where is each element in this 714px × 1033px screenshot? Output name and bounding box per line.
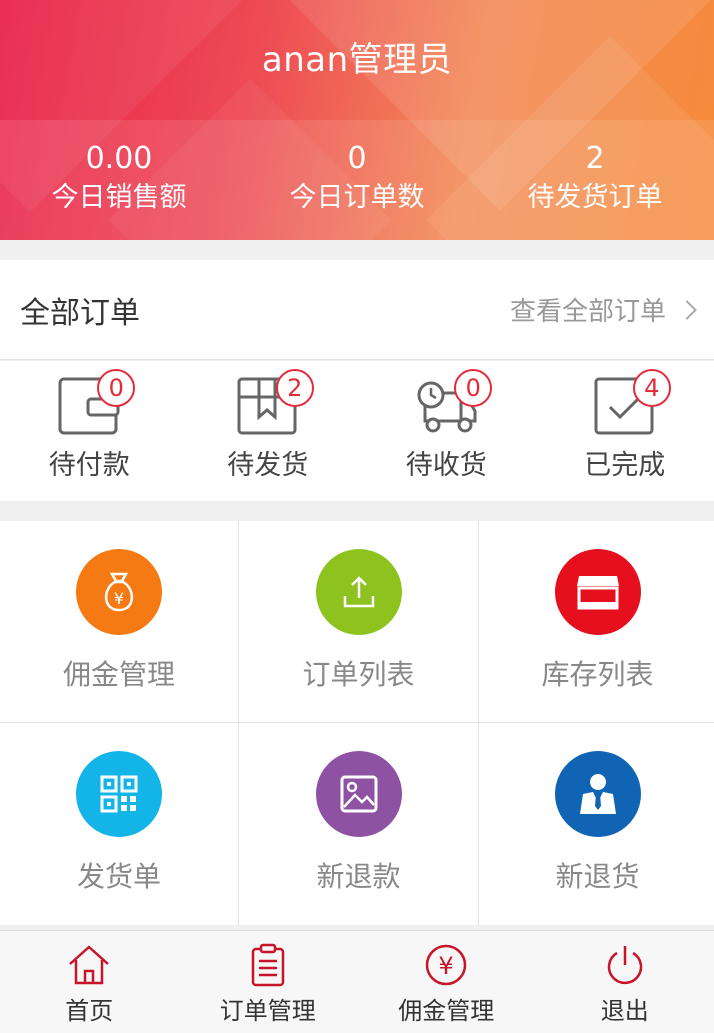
status-label: 待付款 bbox=[48, 450, 130, 481]
stat-label: 今日销售额 bbox=[51, 182, 187, 213]
view-all-orders-label: 查看全部订单 bbox=[509, 297, 666, 327]
tab-home[interactable]: 首页 bbox=[0, 931, 179, 1033]
status-completed[interactable]: 4 已完成 bbox=[536, 361, 714, 501]
status-label: 待发货 bbox=[227, 450, 309, 481]
count-badge: 0 bbox=[97, 369, 136, 407]
stat-today-orders[interactable]: 0 今日订单数 bbox=[238, 140, 476, 218]
order-status-row: 0 待付款 2 待发货 0 待收货 4 已完成 bbox=[0, 361, 714, 501]
status-pending-shipment[interactable]: 2 待发货 bbox=[179, 361, 358, 501]
tab-logout[interactable]: 退出 bbox=[536, 931, 714, 1033]
all-orders-row[interactable]: 全部订单 查看全部订单 bbox=[0, 260, 714, 360]
home-icon bbox=[69, 945, 110, 985]
status-pending-payment[interactable]: 0 待付款 bbox=[0, 361, 179, 501]
header-banner: anan管理员 0.00 今日销售额 0 今日订单数 2 待发货订单 bbox=[0, 0, 714, 240]
bottom-tab-bar: 首页 订单管理 ¥ 佣金管理 退出 bbox=[0, 930, 714, 1033]
feature-grid: ¥ 佣金管理 订单列表 库存列表 发货单 新退款 新退货 bbox=[0, 521, 714, 925]
feature-order-list[interactable]: 订单列表 bbox=[239, 521, 478, 722]
tab-label: 首页 bbox=[65, 997, 114, 1025]
tab-label: 退出 bbox=[600, 997, 649, 1025]
feature-label: 发货单 bbox=[76, 860, 161, 893]
yen-icon: ¥ bbox=[426, 944, 467, 986]
feature-new-refund[interactable]: 新退款 bbox=[239, 723, 478, 925]
power-icon bbox=[607, 946, 642, 985]
feature-inventory-list[interactable]: 库存列表 bbox=[479, 521, 714, 722]
chevron-right-icon bbox=[677, 299, 697, 320]
stats-row: 0.00 今日销售额 0 今日订单数 2 待发货订单 bbox=[0, 140, 714, 218]
feature-label: 新退款 bbox=[316, 860, 401, 893]
clipboard-icon bbox=[251, 943, 284, 987]
status-pending-receipt[interactable]: 0 待收货 bbox=[357, 361, 536, 501]
svg-text:¥: ¥ bbox=[114, 589, 124, 608]
money-bag-icon: ¥ bbox=[76, 549, 162, 635]
store-icon bbox=[554, 549, 641, 635]
tab-label: 订单管理 bbox=[219, 997, 316, 1025]
count-badge: 2 bbox=[275, 369, 314, 407]
stat-today-sales[interactable]: 0.00 今日销售额 bbox=[0, 140, 238, 218]
feature-commission[interactable]: ¥ 佣金管理 bbox=[0, 521, 238, 722]
feature-label: 佣金管理 bbox=[62, 658, 175, 691]
count-badge: 4 bbox=[632, 369, 671, 407]
feature-label: 库存列表 bbox=[541, 658, 654, 691]
feature-label: 订单列表 bbox=[302, 658, 415, 691]
stat-value: 2 bbox=[585, 141, 605, 176]
page-title: anan管理员 bbox=[261, 40, 453, 80]
view-all-orders-link[interactable]: 查看全部订单 bbox=[509, 291, 697, 328]
feature-label: 新退货 bbox=[555, 860, 640, 893]
person-suit-icon bbox=[554, 751, 641, 837]
upload-icon bbox=[315, 549, 402, 635]
tab-order-management[interactable]: 订单管理 bbox=[179, 931, 358, 1033]
feature-new-return[interactable]: 新退货 bbox=[479, 723, 714, 925]
status-label: 已完成 bbox=[584, 450, 666, 481]
stat-pending-shipment[interactable]: 2 待发货订单 bbox=[476, 140, 714, 218]
all-orders-title: 全部订单 bbox=[20, 295, 140, 331]
qr-code-icon bbox=[76, 751, 162, 837]
stat-value: 0.00 bbox=[85, 141, 153, 176]
count-badge: 0 bbox=[454, 369, 493, 407]
feature-shipping-note[interactable]: 发货单 bbox=[0, 723, 238, 925]
image-icon bbox=[315, 751, 402, 837]
tab-commission-management[interactable]: ¥ 佣金管理 bbox=[357, 931, 536, 1033]
stat-value: 0 bbox=[347, 141, 367, 176]
status-label: 待收货 bbox=[405, 450, 487, 481]
svg-text:¥: ¥ bbox=[439, 952, 454, 980]
stat-label: 待发货订单 bbox=[527, 182, 663, 213]
stat-label: 今日订单数 bbox=[289, 182, 425, 213]
tab-label: 佣金管理 bbox=[398, 997, 495, 1025]
